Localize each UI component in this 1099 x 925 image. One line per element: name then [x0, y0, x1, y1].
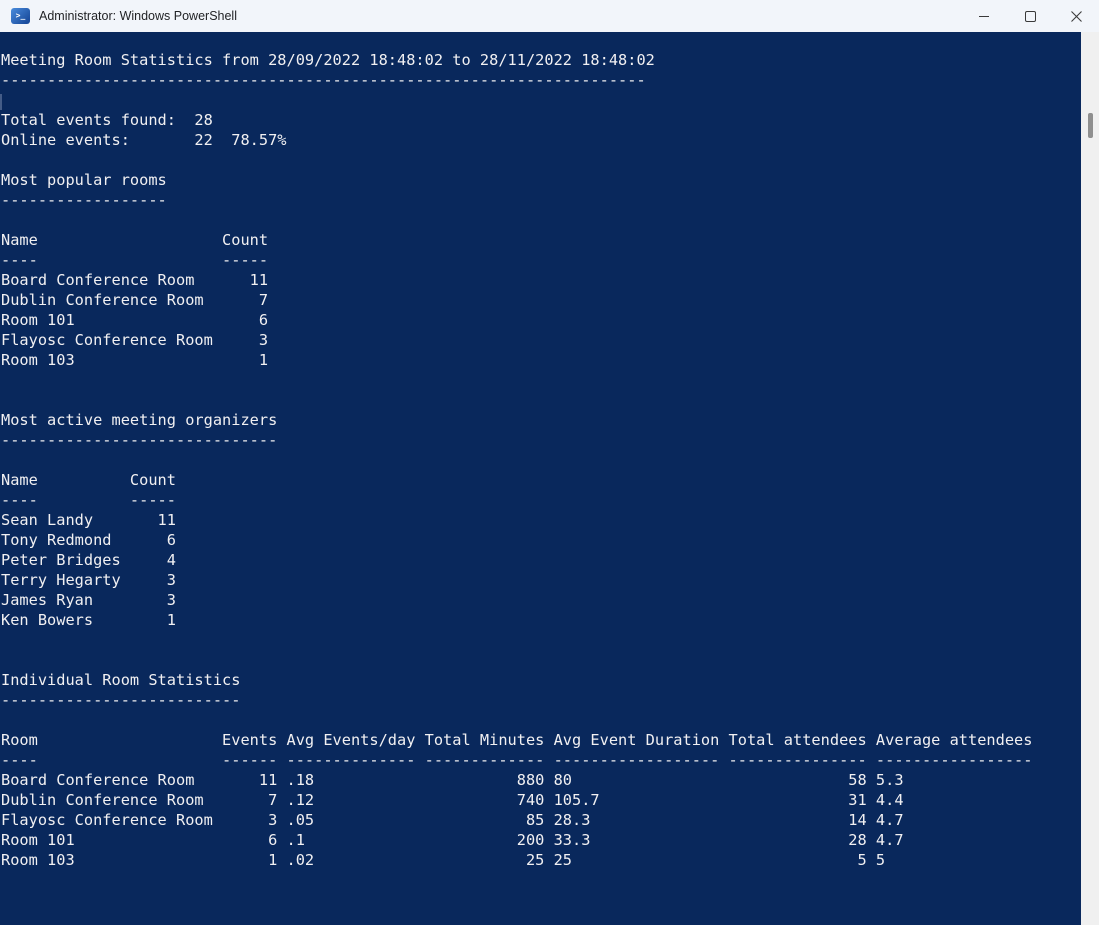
console-line: Most active meeting organizers	[1, 411, 278, 429]
console-line: Terry Hegarty 3	[1, 571, 176, 589]
powershell-window: >_ Administrator: Windows PowerShell Mee…	[0, 0, 1099, 925]
console-line: Room 103 1	[1, 351, 269, 369]
console-line: Tony Redmond 6	[1, 531, 176, 549]
console-line: ------------------------------	[1, 431, 278, 449]
console-line: Flayosc Conference Room 3	[1, 331, 269, 349]
console-line: Room 103 1 .02 25 25 5 5	[1, 851, 886, 869]
console-line: --------------------------	[1, 691, 241, 709]
console-line: Most popular rooms	[1, 171, 167, 189]
console-line: Room 101 6 .1 200 33.3 28 4.7	[1, 831, 904, 849]
console-line: Online events: 22 78.57%	[1, 131, 287, 149]
window-controls	[961, 0, 1099, 32]
console-line: ---- ------ -------------- -------------…	[1, 751, 1033, 769]
console-line: Total events found: 28	[1, 111, 213, 129]
console-line: Name Count	[1, 471, 176, 489]
stray-character-artifact	[0, 94, 2, 110]
window-title: Administrator: Windows PowerShell	[39, 9, 237, 23]
console-line: Ken Bowers 1	[1, 611, 176, 629]
console-line: Name Count	[1, 231, 269, 249]
close-icon	[1070, 10, 1082, 22]
minimize-icon	[979, 15, 989, 17]
maximize-icon	[1024, 10, 1036, 22]
maximize-button[interactable]	[1007, 0, 1053, 32]
console-line: Peter Bridges 4	[1, 551, 176, 569]
console-line: James Ryan 3	[1, 591, 176, 609]
console-line: Flayosc Conference Room 3 .05 85 28.3 14…	[1, 811, 904, 829]
window-titlebar: >_ Administrator: Windows PowerShell	[0, 0, 1099, 32]
console-line: Room 101 6	[1, 311, 269, 329]
console-output: Meeting Room Statistics from 28/09/2022 …	[0, 32, 1081, 925]
console-line: Room Events Avg Events/day Total Minutes…	[1, 731, 1033, 749]
console-line: Dublin Conference Room 7 .12 740 105.7 3…	[1, 791, 904, 809]
console-line: Board Conference Room 11 .18 880 80 58 5…	[1, 771, 904, 789]
console-line: Meeting Room Statistics from 28/09/2022 …	[1, 51, 655, 69]
scrollbar-thumb[interactable]	[1088, 113, 1093, 138]
console-line: Sean Landy 11	[1, 511, 176, 529]
powershell-icon: >_	[11, 8, 30, 24]
minimize-button[interactable]	[961, 0, 1007, 32]
console-line: Dublin Conference Room 7	[1, 291, 269, 309]
console-line: ----------------------------------------…	[1, 71, 646, 89]
console-line: Board Conference Room 11	[1, 271, 269, 289]
console-line: ---- -----	[1, 251, 269, 269]
scrollbar[interactable]	[1081, 32, 1099, 925]
close-button[interactable]	[1053, 0, 1099, 32]
console-line: ---- -----	[1, 491, 176, 509]
console-line: ------------------	[1, 191, 167, 209]
console-line: Individual Room Statistics	[1, 671, 241, 689]
